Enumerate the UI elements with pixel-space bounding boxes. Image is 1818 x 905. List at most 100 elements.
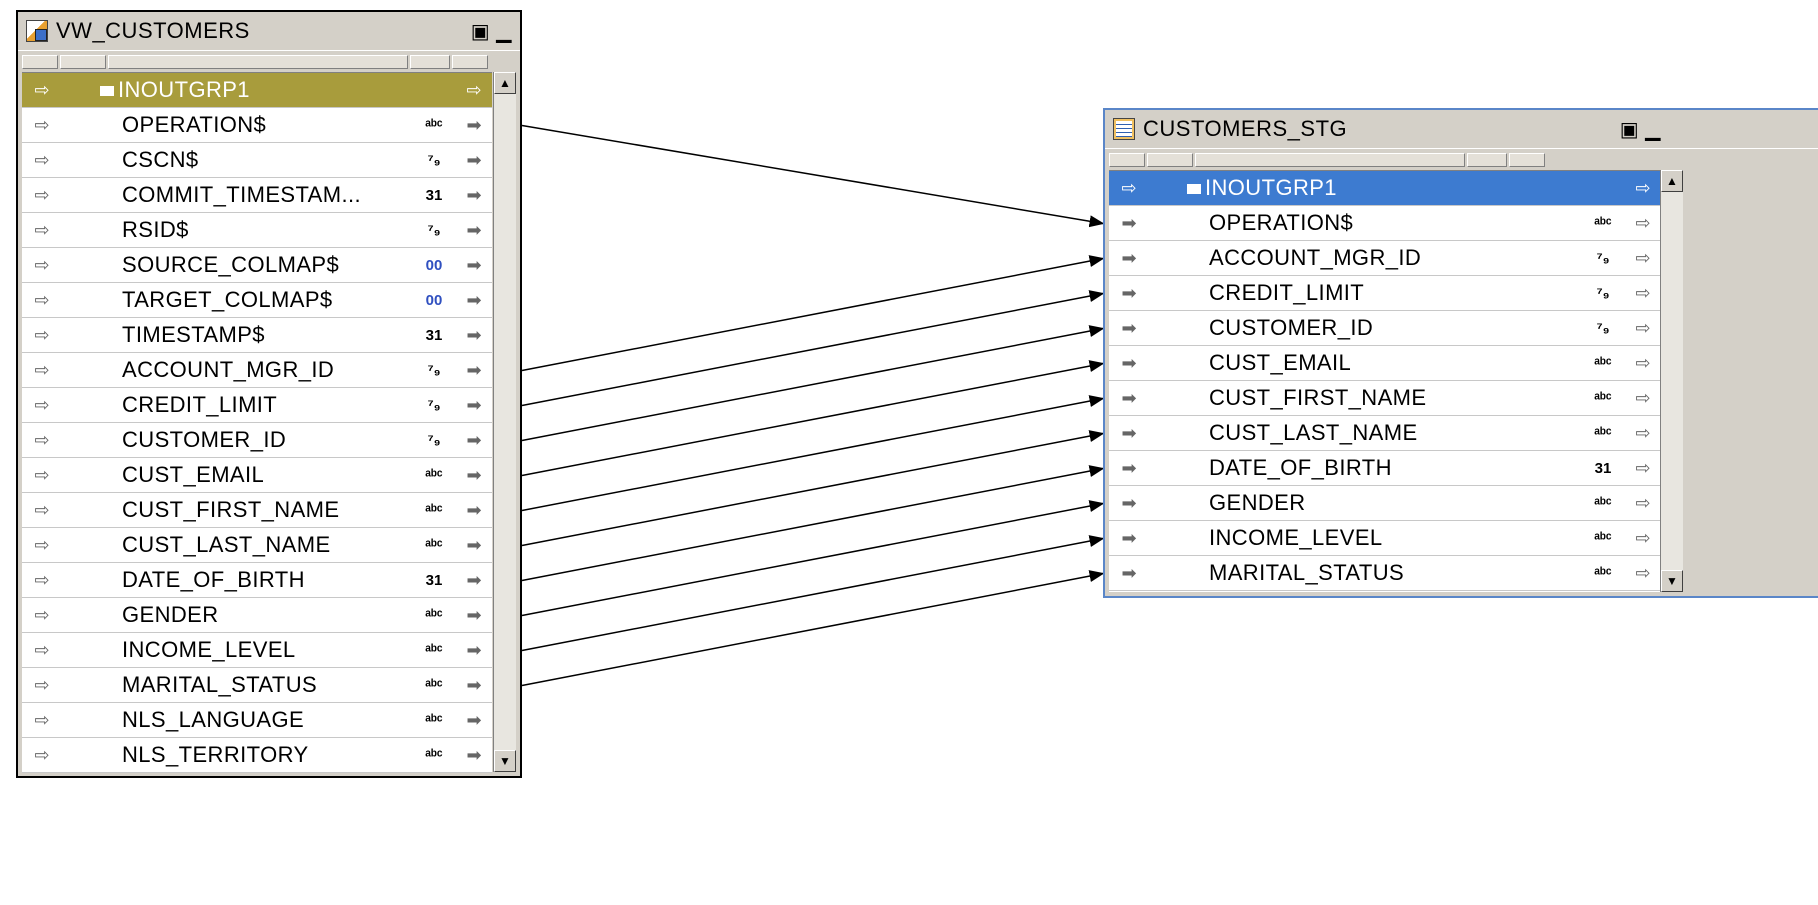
target-attribute-row[interactable]: ➡ CUST_EMAIL ᵃᵇᶜ ⇨ [1109, 346, 1661, 381]
out-port-icon[interactable]: ⇨ [1625, 528, 1661, 549]
out-port-icon[interactable]: ➡ [456, 640, 492, 661]
in-port-icon[interactable]: ⇨ [22, 430, 62, 451]
source-scrollbar[interactable]: ▲ ▼ [493, 72, 516, 772]
source-attribute-row[interactable]: ⇨ CREDIT_LIMIT ⁷₉ ➡ [22, 388, 492, 423]
out-port-icon[interactable]: ⇨ [1625, 388, 1661, 409]
mapping-line[interactable] [521, 255, 1105, 372]
out-port-icon[interactable]: ⇨ [1625, 423, 1661, 444]
source-attribute-row[interactable]: ⇨ NLS_LANGUAGE ᵃᵇᶜ ➡ [22, 703, 492, 738]
out-port-icon[interactable]: ➡ [456, 395, 492, 416]
in-port-icon[interactable]: ➡ [1109, 353, 1149, 374]
source-group-row[interactable]: ⇨ INOUTGRP1 ⇨ [22, 73, 492, 108]
out-port-icon[interactable]: ⇨ [1625, 458, 1661, 479]
source-attribute-row[interactable]: ⇨ TARGET_COLMAP$ 00 ➡ [22, 283, 492, 318]
in-port-icon[interactable]: ⇨ [22, 220, 62, 241]
in-port-icon[interactable]: ⇨ [22, 710, 62, 731]
source-attribute-row[interactable]: ⇨ CUST_LAST_NAME ᵃᵇᶜ ➡ [22, 528, 492, 563]
minimize-icon[interactable]: ▁ [496, 19, 512, 44]
out-port-icon[interactable]: ⇨ [1625, 493, 1661, 514]
mapping-line[interactable] [521, 570, 1105, 687]
target-attribute-row[interactable]: ➡ ACCOUNT_MGR_ID ⁷₉ ⇨ [1109, 241, 1661, 276]
out-port-icon[interactable]: ⇨ [1625, 248, 1661, 269]
target-attribute-row[interactable]: ➡ CREDIT_LIMIT ⁷₉ ⇨ [1109, 276, 1661, 311]
in-port-icon[interactable]: ⇨ [22, 150, 62, 171]
mapping-line[interactable] [521, 430, 1105, 547]
in-port-icon[interactable]: ⇨ [22, 675, 62, 696]
mapping-line[interactable] [521, 124, 1105, 228]
in-port-icon[interactable]: ⇨ [22, 255, 62, 276]
mapping-line[interactable] [521, 360, 1105, 477]
source-attribute-row[interactable]: ⇨ INCOME_LEVEL ᵃᵇᶜ ➡ [22, 633, 492, 668]
source-attribute-row[interactable]: ⇨ ACCOUNT_MGR_ID ⁷₉ ➡ [22, 353, 492, 388]
out-port-icon[interactable]: ➡ [456, 675, 492, 696]
out-port-icon[interactable]: ⇨ [1625, 283, 1661, 304]
scroll-down-icon[interactable]: ▼ [1661, 570, 1683, 592]
in-port-icon[interactable]: ⇨ [22, 570, 62, 591]
in-port-icon[interactable]: ⇨ [22, 115, 62, 136]
in-port-icon[interactable]: ➡ [1109, 528, 1149, 549]
mapping-line[interactable] [521, 325, 1105, 442]
target-attribute-row[interactable]: ➡ CUSTOMER_ID ⁷₉ ⇨ [1109, 311, 1661, 346]
target-group-row[interactable]: ⇨ INOUTGRP1 ⇨ [1109, 171, 1661, 206]
source-attribute-row[interactable]: ⇨ CUST_FIRST_NAME ᵃᵇᶜ ➡ [22, 493, 492, 528]
in-port-icon[interactable]: ➡ [1109, 213, 1149, 234]
in-port-icon[interactable]: ➡ [1109, 423, 1149, 444]
in-port-icon[interactable]: ➡ [1109, 388, 1149, 409]
restore-icon[interactable]: ▣ [471, 19, 490, 44]
source-attribute-row[interactable]: ⇨ OPERATION$ ᵃᵇᶜ ➡ [22, 108, 492, 143]
minimize-icon[interactable]: ▁ [1645, 117, 1661, 142]
in-port-icon[interactable]: ➡ [1109, 248, 1149, 269]
in-port-icon[interactable]: ⇨ [22, 500, 62, 521]
target-scrollbar[interactable]: ▲ ▼ [1660, 170, 1683, 592]
out-port-icon[interactable]: ➡ [456, 185, 492, 206]
out-port-icon[interactable]: ⇨ [1625, 563, 1661, 584]
source-operator-vw-customers[interactable]: VW_CUSTOMERS ▣ ▁ ⇨ INOUTGRP1 ⇨ ⇨ OPERATION$ ᵃ… [16, 10, 522, 778]
out-port-icon[interactable]: ⇨ [1625, 318, 1661, 339]
out-port-icon[interactable]: ➡ [456, 325, 492, 346]
in-port-icon[interactable]: ⇨ [22, 605, 62, 626]
scroll-down-icon[interactable]: ▼ [494, 750, 516, 772]
in-port-icon[interactable]: ⇨ [22, 535, 62, 556]
out-port-icon[interactable]: ➡ [456, 290, 492, 311]
in-port-icon[interactable]: ➡ [1109, 493, 1149, 514]
source-title-bar[interactable]: VW_CUSTOMERS ▣ ▁ [18, 12, 520, 51]
target-attribute-row[interactable]: ➡ OPERATION$ ᵃᵇᶜ ⇨ [1109, 206, 1661, 241]
source-attribute-row[interactable]: ⇨ CUST_EMAIL ᵃᵇᶜ ➡ [22, 458, 492, 493]
in-port-icon[interactable]: ➡ [1109, 283, 1149, 304]
scroll-up-icon[interactable]: ▲ [1661, 170, 1683, 192]
target-attribute-row[interactable]: ➡ DATE_OF_BIRTH 31 ⇨ [1109, 451, 1661, 486]
source-attribute-row[interactable]: ⇨ COMMIT_TIMESTAM... 31 ➡ [22, 178, 492, 213]
out-port-icon[interactable]: ➡ [456, 500, 492, 521]
source-attribute-row[interactable]: ⇨ TIMESTAMP$ 31 ➡ [22, 318, 492, 353]
mapping-line[interactable] [521, 395, 1105, 512]
in-port-icon[interactable]: ⇨ [22, 360, 62, 381]
source-attribute-row[interactable]: ⇨ DATE_OF_BIRTH 31 ➡ [22, 563, 492, 598]
in-port-icon[interactable]: ⇨ [22, 395, 62, 416]
out-port-icon[interactable]: ⇨ [1625, 353, 1661, 374]
in-port-icon[interactable]: ➡ [1109, 458, 1149, 479]
in-port-icon[interactable]: ⇨ [22, 465, 62, 486]
source-attribute-row[interactable]: ⇨ GENDER ᵃᵇᶜ ➡ [22, 598, 492, 633]
out-port-icon[interactable]: ➡ [456, 360, 492, 381]
source-attribute-row[interactable]: ⇨ RSID$ ⁷₉ ➡ [22, 213, 492, 248]
out-port-icon[interactable]: ➡ [456, 605, 492, 626]
in-port-icon[interactable]: ➡ [1109, 318, 1149, 339]
target-title-bar[interactable]: CUSTOMERS_STG ▣ ▁ [1105, 110, 1818, 149]
collapse-icon[interactable] [1187, 184, 1201, 195]
mapping-line[interactable] [521, 465, 1105, 582]
in-port-icon[interactable]: ⇨ [22, 185, 62, 206]
out-port-icon[interactable]: ➡ [456, 745, 492, 766]
in-port-icon[interactable]: ➡ [1109, 563, 1149, 584]
out-port-icon[interactable]: ➡ [456, 710, 492, 731]
target-attribute-row[interactable]: ➡ CUST_LAST_NAME ᵃᵇᶜ ⇨ [1109, 416, 1661, 451]
in-port-icon[interactable]: ⇨ [22, 745, 62, 766]
out-port-icon[interactable]: ➡ [456, 255, 492, 276]
collapse-icon[interactable] [100, 86, 114, 97]
out-port-icon[interactable]: ➡ [456, 220, 492, 241]
target-attribute-row[interactable]: ➡ INCOME_LEVEL ᵃᵇᶜ ⇨ [1109, 521, 1661, 556]
source-attribute-row[interactable]: ⇨ SOURCE_COLMAP$ 00 ➡ [22, 248, 492, 283]
target-attribute-row[interactable]: ➡ MARITAL_STATUS ᵃᵇᶜ ⇨ [1109, 556, 1661, 591]
in-port-icon[interactable]: ⇨ [22, 640, 62, 661]
out-port-icon[interactable]: ➡ [456, 115, 492, 136]
out-port-icon[interactable]: ➡ [456, 465, 492, 486]
